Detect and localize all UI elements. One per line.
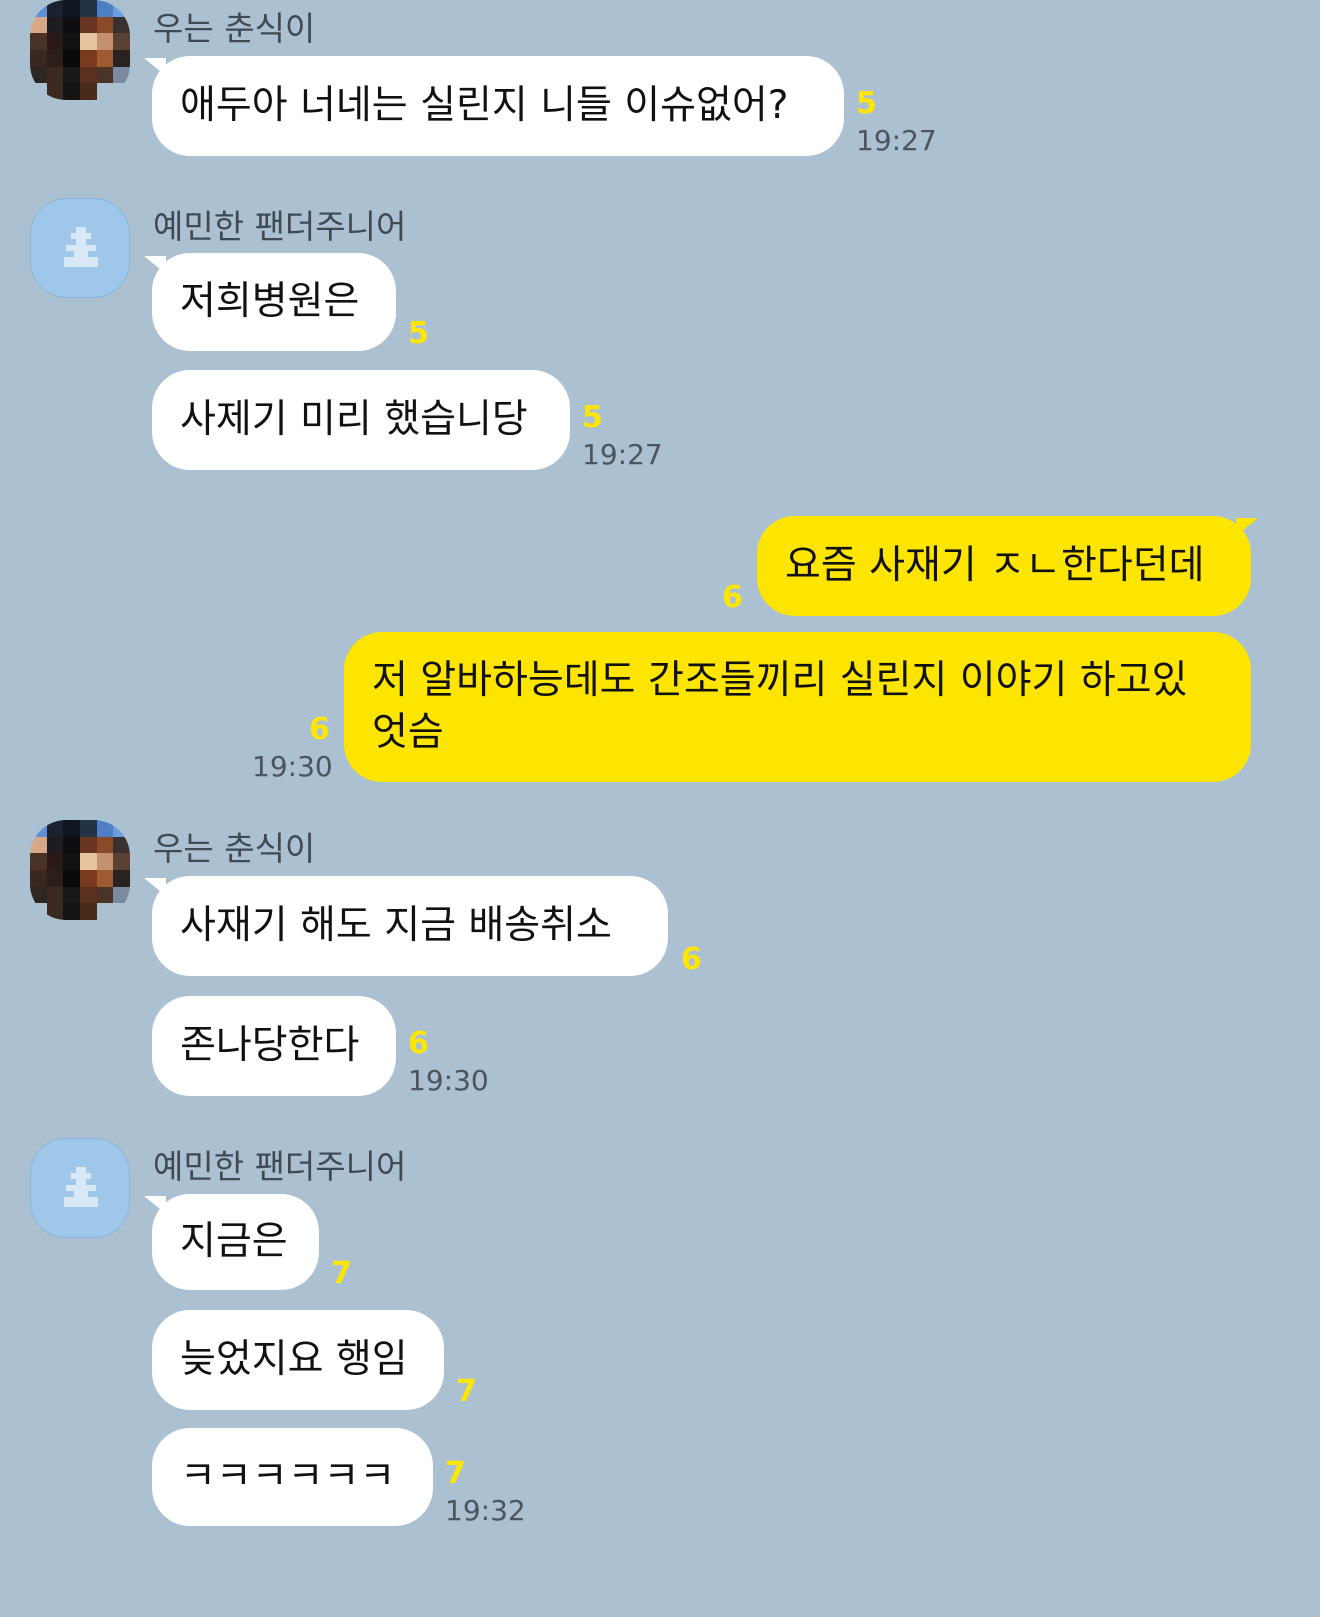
unread-count: 5	[582, 400, 603, 435]
message-bubble[interactable]: 애두아 너네는 실린지 니들 이슈없어?	[152, 56, 844, 156]
sender-name: 우는 춘식이	[153, 829, 316, 868]
sender-name: 예민한 팬더주니어	[153, 1147, 407, 1186]
my-message-bubble[interactable]: 저 알바하능데도 간조들끼리 실린지 이야기 하고있 엇슴	[344, 632, 1251, 782]
message-text: ㅋㅋㅋㅋㅋㅋ	[180, 1454, 396, 1499]
message-bubble[interactable]: 사재기 해도 지금 배송취소	[152, 876, 668, 976]
message-text: 지금은	[180, 1219, 288, 1264]
message-bubble[interactable]: 사제기 미리 했습니당	[152, 370, 570, 470]
message-text: 존나당한다	[180, 1023, 360, 1068]
message-time: 19:32	[445, 1494, 526, 1527]
message-time: 19:30	[408, 1064, 489, 1097]
avatar-default[interactable]	[30, 1138, 130, 1238]
message-text: 사제기 미리 했습니당	[180, 397, 528, 442]
avatar-chunsik[interactable]	[30, 0, 130, 100]
message-bubble[interactable]: 지금은	[152, 1194, 319, 1290]
message-bubble[interactable]: 늦었지요 행임	[152, 1310, 444, 1410]
message-text-line-1: 저 알바하능데도 간조들끼리 실린지 이야기 하고있	[372, 658, 1188, 703]
unread-count: 7	[331, 1256, 352, 1291]
message-bubble[interactable]: ㅋㅋㅋㅋㅋㅋ	[152, 1428, 433, 1526]
sender-name: 우는 춘식이	[153, 9, 316, 48]
message-time: 19:27	[582, 438, 663, 471]
message-bubble[interactable]: 저희병원은	[152, 253, 396, 351]
avatar-default[interactable]	[30, 198, 130, 298]
avatar-chunsik[interactable]	[30, 820, 130, 920]
message-text: 늦었지요 행임	[180, 1337, 408, 1382]
message-text: 애두아 너네는 실린지 니들 이슈없어?	[180, 83, 789, 128]
user-silhouette-icon	[64, 1167, 98, 1207]
my-message-bubble[interactable]: 요즘 사재기 ㅈㄴ한다던데	[757, 516, 1251, 616]
unread-count: 6	[408, 1026, 429, 1061]
sender-name: 예민한 팬더주니어	[153, 207, 407, 246]
message-bubble[interactable]: 존나당한다	[152, 996, 396, 1096]
message-text-line-2: 엇슴	[372, 710, 444, 755]
unread-count: 5	[856, 86, 877, 121]
unread-count: 5	[408, 316, 429, 351]
message-text: 사재기 해도 지금 배송취소	[180, 903, 612, 948]
unread-count: 7	[456, 1374, 477, 1409]
unread-count: 7	[445, 1456, 466, 1491]
message-text: 요즘 사재기 ㅈㄴ한다던데	[785, 543, 1205, 588]
message-time: 19:30	[252, 750, 333, 783]
message-time: 19:27	[856, 124, 937, 157]
user-silhouette-icon	[64, 227, 98, 267]
message-text: 저희병원은	[180, 279, 360, 324]
unread-count: 6	[681, 942, 702, 977]
unread-count: 6	[722, 580, 743, 615]
unread-count: 6	[309, 712, 330, 747]
bubble-tail	[1236, 518, 1258, 536]
